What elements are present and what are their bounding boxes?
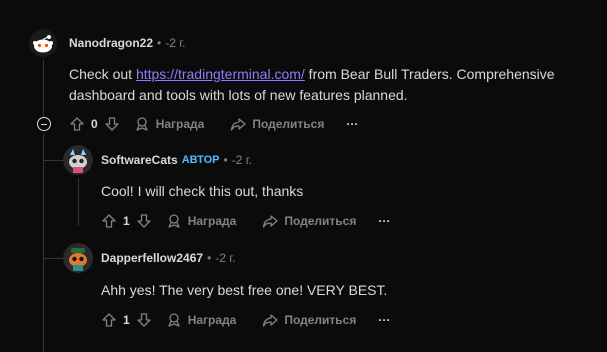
- award-button[interactable]: Награда: [134, 116, 205, 132]
- share-label: Поделиться: [284, 313, 357, 327]
- share-label: Поделиться: [284, 214, 357, 228]
- award-label: Награда: [187, 214, 237, 228]
- timestamp[interactable]: -2 г.: [232, 153, 252, 167]
- downvote-icon: [137, 313, 151, 327]
- thread-line-curve: [43, 258, 63, 259]
- upvote-button[interactable]: [101, 213, 117, 229]
- vote-count: 1: [123, 214, 130, 228]
- share-icon: [263, 215, 278, 228]
- username[interactable]: SoftwareCats: [101, 153, 178, 167]
- comment-body: Cool! I will check this out, thanks: [101, 183, 304, 199]
- separator-dot: •: [207, 251, 212, 265]
- award-icon: [168, 214, 180, 228]
- comment-actions: 1 Награда Поделиться ···: [101, 310, 390, 330]
- award-button[interactable]: Награда: [166, 312, 237, 328]
- downvote-button[interactable]: [136, 312, 152, 328]
- downvote-icon: [137, 214, 151, 228]
- comment-meta: Dapperfellow2467 • -2 г.: [101, 251, 236, 265]
- timestamp[interactable]: -2 г.: [215, 251, 235, 265]
- minus-icon: [41, 123, 47, 125]
- upvote-icon: [102, 313, 116, 327]
- comment-meta: Nanodragon22 • -2 г.: [69, 36, 185, 50]
- separator-dot: •: [157, 36, 162, 50]
- thread-line-curve: [43, 160, 63, 161]
- collapse-thread-button[interactable]: [37, 117, 51, 131]
- comment-body: Check out https://tradingterminal.com/ f…: [69, 64, 589, 106]
- timestamp[interactable]: -2 г.: [165, 36, 185, 50]
- comment-body: Ahh yes! The very best free one! VERY BE…: [101, 282, 388, 298]
- downvote-button[interactable]: [104, 116, 120, 132]
- comment-actions: 0 Награда Поделиться ···: [69, 114, 358, 134]
- comment-link[interactable]: https://tradingterminal.com/: [136, 66, 305, 82]
- comment-text: Check out: [69, 66, 136, 82]
- award-icon: [136, 117, 148, 131]
- username[interactable]: Nanodragon22: [69, 36, 153, 50]
- upvote-icon: [70, 117, 84, 131]
- thread-line: [78, 178, 79, 226]
- more-options-button[interactable]: ···: [378, 214, 390, 228]
- award-label: Награда: [187, 313, 237, 327]
- downvote-button[interactable]: [136, 213, 152, 229]
- upvote-icon: [102, 214, 116, 228]
- more-options-button[interactable]: ···: [346, 117, 358, 131]
- upvote-button[interactable]: [101, 312, 117, 328]
- thread-line: [43, 60, 44, 122]
- vote-count: 1: [123, 313, 130, 327]
- share-button[interactable]: Поделиться: [230, 116, 324, 132]
- award-button[interactable]: Награда: [166, 213, 237, 229]
- comment-meta: SoftwareCats АВТОР • -2 г.: [101, 153, 252, 167]
- share-icon: [231, 118, 246, 131]
- award-icon: [168, 313, 180, 327]
- vote-count: 0: [91, 117, 98, 131]
- share-button[interactable]: Поделиться: [262, 213, 356, 229]
- award-label: Награда: [155, 117, 205, 131]
- username[interactable]: Dapperfellow2467: [101, 251, 203, 265]
- separator-dot: •: [223, 153, 228, 167]
- comment-actions: 1 Награда Поделиться ···: [101, 211, 390, 231]
- avatar[interactable]: [29, 29, 57, 57]
- share-button[interactable]: Поделиться: [262, 312, 356, 328]
- downvote-icon: [105, 117, 119, 131]
- share-icon: [263, 314, 278, 327]
- avatar[interactable]: [63, 243, 93, 273]
- op-badge: АВТОР: [181, 154, 220, 166]
- more-options-button[interactable]: ···: [378, 313, 390, 327]
- thread-line: [43, 134, 44, 352]
- share-label: Поделиться: [252, 117, 325, 131]
- avatar[interactable]: [63, 145, 93, 175]
- upvote-button[interactable]: [69, 116, 85, 132]
